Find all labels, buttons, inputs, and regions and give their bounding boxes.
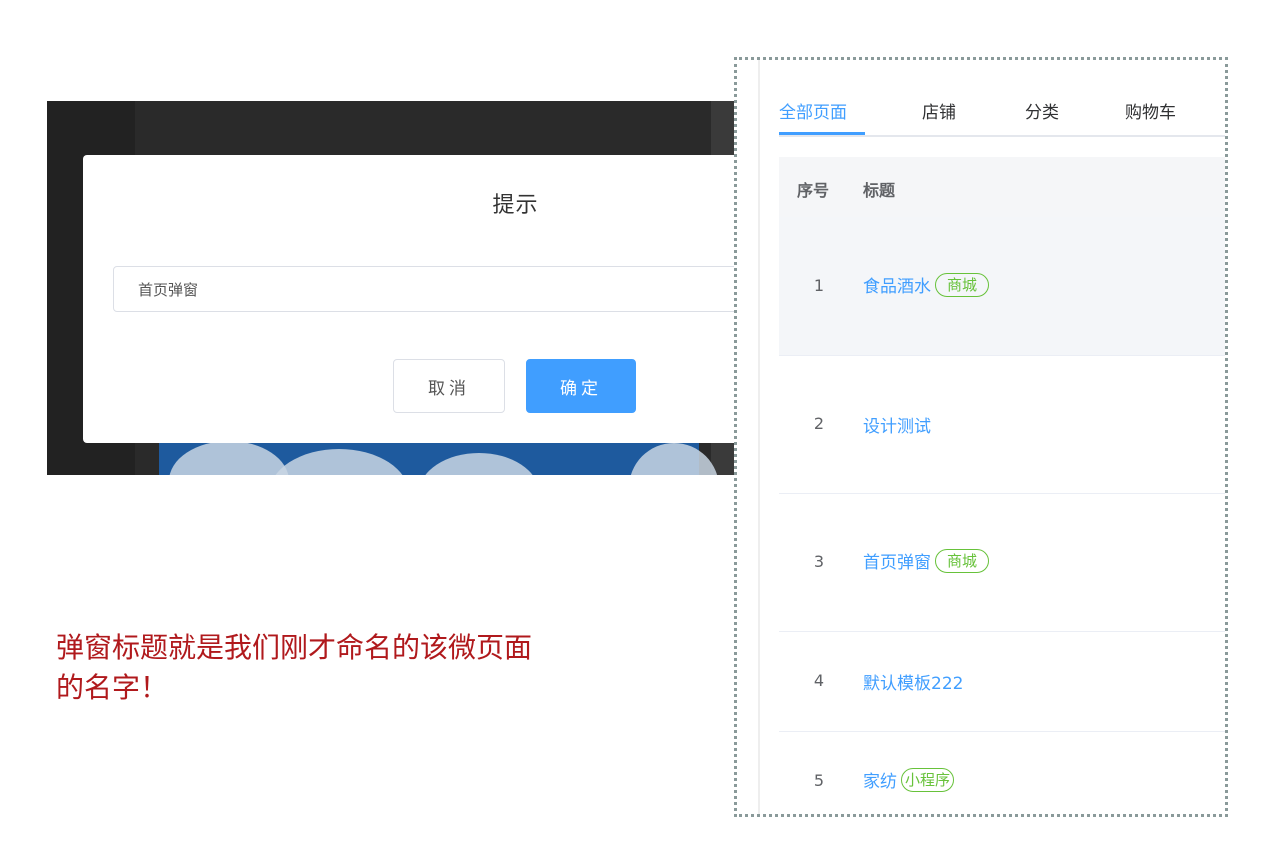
header-no: 序号 bbox=[797, 181, 830, 200]
dialog-title: 提示 bbox=[492, 193, 539, 218]
page-title-link[interactable]: 首页弹窗 bbox=[863, 548, 931, 573]
tab-all-pages[interactable]: 全部页面 bbox=[779, 98, 847, 123]
row-no: 1 bbox=[813, 276, 825, 295]
tag-badge: 小程序 bbox=[901, 767, 955, 792]
tab-store[interactable]: 店铺 bbox=[922, 98, 956, 123]
table-header: 序号 标题 bbox=[779, 157, 1225, 217]
table-row: 1 食品酒水 商城 bbox=[779, 217, 1225, 356]
confirm-button[interactable]: 确定 bbox=[526, 359, 636, 413]
tab-bar: 全部页面 店铺 分类 购物车 bbox=[779, 80, 1225, 137]
row-title[interactable]: 家纺 小程序 bbox=[863, 767, 955, 792]
page-title-link[interactable]: 家纺 bbox=[863, 767, 897, 792]
tab-cart[interactable]: 购物车 bbox=[1125, 98, 1176, 123]
table-row: 3 首页弹窗 商城 bbox=[779, 493, 1225, 632]
row-title[interactable]: 默认模板222 bbox=[863, 669, 963, 694]
tabs-baseline bbox=[779, 135, 1225, 137]
panel-divider bbox=[758, 60, 760, 814]
tag-badge: 商城 bbox=[935, 272, 990, 297]
annotation-line-2: 的名字！ bbox=[56, 671, 169, 704]
page-title-link[interactable]: 默认模板222 bbox=[863, 669, 963, 694]
tag-badge: 商城 bbox=[935, 548, 990, 573]
page-title-link[interactable]: 食品酒水 bbox=[863, 272, 931, 297]
table-row: 4 默认模板222 bbox=[779, 631, 1225, 732]
row-title[interactable]: 设计测试 bbox=[863, 412, 931, 437]
annotation-line-1: 弹窗标题就是我们刚才命名的该微页面 bbox=[56, 631, 533, 664]
table-row: 2 设计测试 bbox=[779, 355, 1225, 494]
table-row: 5 家纺 小程序 bbox=[779, 731, 1225, 814]
header-title: 标题 bbox=[863, 181, 896, 200]
row-title[interactable]: 首页弹窗 商城 bbox=[863, 548, 990, 573]
cancel-button[interactable]: 取消 bbox=[393, 359, 505, 413]
page-name-input[interactable] bbox=[113, 266, 737, 312]
row-no: 2 bbox=[813, 414, 825, 433]
annotation-note: 弹窗标题就是我们刚才命名的该微页面 的名字！ bbox=[56, 628, 676, 708]
page-title-link[interactable]: 设计测试 bbox=[863, 412, 931, 437]
prompt-dialog: 提示 取消 确定 bbox=[83, 155, 737, 443]
row-no: 5 bbox=[813, 771, 825, 790]
row-no: 4 bbox=[813, 671, 825, 690]
row-title[interactable]: 食品酒水 商城 bbox=[863, 272, 990, 297]
row-no: 3 bbox=[813, 552, 825, 571]
tab-category[interactable]: 分类 bbox=[1025, 98, 1059, 123]
page-list-panel: 全部页面 店铺 分类 购物车 序号 标题 1 食品酒水 商城 2 设计测试 3 … bbox=[734, 57, 1228, 817]
dialog-screenshot: 提示 取消 确定 bbox=[47, 101, 737, 475]
